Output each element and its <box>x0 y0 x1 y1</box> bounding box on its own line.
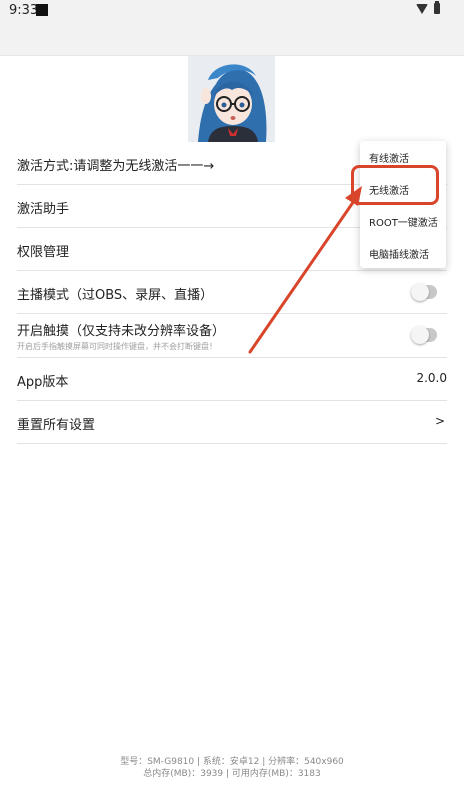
streamer-mode-label: 主播模式（过OBS、录屏、直播） <box>17 288 214 303</box>
status-bar: 9:33 <box>0 0 464 22</box>
touch-enable-sublabel: 开启后手指触摸屏幕可同时操作键盘，并不会打断键盘！ <box>17 342 217 351</box>
menu-item-root-activation[interactable]: ROOT一键激活 <box>360 205 446 237</box>
permission-management-label: 权限管理 <box>17 245 70 260</box>
activation-assistant-label: 激活助手 <box>17 202 70 217</box>
battery-icon <box>434 1 440 14</box>
chevron-right-icon: > <box>434 414 445 428</box>
touch-enable-label: 开启触摸（仅支持未改分辨率设备） <box>17 324 226 339</box>
toggle-knob <box>411 326 429 344</box>
device-info-footer: 型号：SM-G9810 | 系统：安卓12 | 分辨率：540x960 总内存(… <box>0 756 464 780</box>
app-version-value: 2.0.0 <box>416 371 447 385</box>
menu-item-label: ROOT一键激活 <box>369 218 438 229</box>
reset-settings-label: 重置所有设置 <box>17 418 96 433</box>
status-icons <box>416 1 440 14</box>
toggle-knob <box>411 283 429 301</box>
menu-item-label: 电脑插线激活 <box>369 250 429 261</box>
wifi-icon <box>416 3 428 14</box>
activation-method-label: 激活方式:请调整为无线激活一一→ <box>17 159 215 174</box>
touch-enable-toggle[interactable] <box>411 326 437 344</box>
streamer-mode-row: 主播模式（过OBS、录屏、直播） <box>17 271 447 314</box>
app-version-row: App版本 2.0.0 <box>17 358 447 401</box>
menu-item-label: 有线激活 <box>369 154 409 165</box>
touch-enable-row: 开启触摸（仅支持未改分辨率设备） 开启后手指触摸屏幕可同时操作键盘，并不会打断键… <box>17 314 447 358</box>
app-toolbar <box>0 22 464 56</box>
device-info-line-1: 型号：SM-G9810 | 系统：安卓12 | 分辨率：540x960 <box>120 757 344 767</box>
anime-girl-avatar-icon <box>188 56 275 142</box>
highlight-annotation-box <box>351 165 439 205</box>
menu-item-pc-cable-activation[interactable]: 电脑插线激活 <box>360 237 446 269</box>
status-time: 9:33 <box>9 3 39 18</box>
reset-settings-row[interactable]: 重置所有设置 > <box>17 401 447 444</box>
streamer-mode-toggle[interactable] <box>411 283 437 301</box>
notification-square-icon <box>36 4 48 16</box>
device-info-line-2: 总内存(MB)：3939 | 可用内存(MB)：3183 <box>143 769 321 779</box>
app-version-label: App版本 <box>17 375 69 390</box>
